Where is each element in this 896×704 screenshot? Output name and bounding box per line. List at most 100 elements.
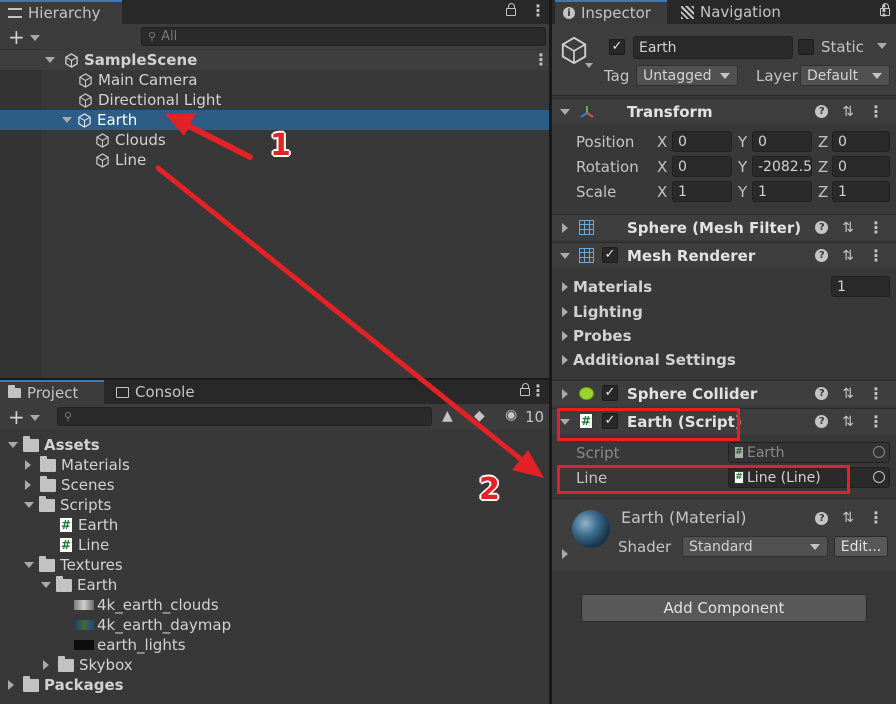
presets-icon[interactable]: ⇅ xyxy=(842,104,854,120)
position-y-field[interactable]: 0 xyxy=(752,131,812,152)
presets-icon[interactable]: ⇅ xyxy=(842,386,854,402)
scale-x-field[interactable]: 1 xyxy=(672,181,732,202)
presets-icon[interactable]: ⇅ xyxy=(842,414,854,430)
object-picker-icon[interactable] xyxy=(873,471,885,483)
help-icon[interactable]: ? xyxy=(815,511,829,525)
add-component-button[interactable]: Add Component xyxy=(581,594,867,622)
project-tree-packages[interactable]: Packages xyxy=(8,675,124,695)
expand-icon[interactable] xyxy=(25,460,31,470)
presets-icon[interactable]: ⇅ xyxy=(842,220,854,236)
mesh-renderer-header[interactable]: ✓ Mesh Renderer ? ⇅ ⋮ xyxy=(552,242,896,268)
expand-icon[interactable] xyxy=(45,57,55,63)
additional-settings-foldout[interactable]: Additional Settings xyxy=(562,350,736,370)
component-menu-icon[interactable]: ⋮ xyxy=(868,219,884,236)
scale-z-field[interactable]: 1 xyxy=(832,181,890,202)
tab-console[interactable]: Console xyxy=(108,380,203,404)
help-icon[interactable]: ? xyxy=(815,415,829,428)
foldout-icon[interactable] xyxy=(562,355,568,365)
more-options-icon[interactable]: ⋮ xyxy=(530,3,546,19)
expand-icon[interactable] xyxy=(24,562,34,568)
filter-by-type-icon[interactable]: ▲ xyxy=(442,408,453,424)
hierarchy-search-input[interactable]: ⚲ All xyxy=(141,27,546,46)
filter-by-label-icon[interactable]: ◆ xyxy=(474,408,485,424)
position-x-field[interactable]: 0 xyxy=(672,131,732,152)
active-checkbox[interactable]: ✓ xyxy=(609,39,625,55)
project-tree-texture-daymap[interactable]: 4k_earth_daymap xyxy=(74,615,231,635)
static-dropdown-icon[interactable] xyxy=(877,43,887,49)
project-tree-scripts[interactable]: Scripts xyxy=(24,495,111,515)
materials-count-field[interactable]: 1 xyxy=(831,276,890,297)
tab-inspector[interactable]: i Inspector xyxy=(555,0,667,24)
rotation-x-field[interactable]: 0 xyxy=(672,156,732,177)
scale-y-field[interactable]: 1 xyxy=(752,181,812,202)
project-search-input[interactable]: ⚲ xyxy=(57,407,432,426)
hierarchy-item-line[interactable]: Line xyxy=(95,150,146,170)
project-tree-assets[interactable]: Assets xyxy=(8,435,100,455)
expand-icon[interactable] xyxy=(8,442,18,448)
expand-icon[interactable] xyxy=(41,582,51,588)
component-menu-icon[interactable]: ⋮ xyxy=(868,385,884,402)
tab-hierarchy[interactable]: Hierarchy xyxy=(0,0,122,24)
project-tree-script-line[interactable]: # Line xyxy=(59,535,109,555)
help-icon[interactable]: ? xyxy=(815,249,829,262)
presets-icon[interactable]: ⇅ xyxy=(842,248,854,264)
chevron-down-icon[interactable] xyxy=(30,35,40,41)
expand-icon[interactable] xyxy=(24,502,34,508)
mesh-renderer-enabled-checkbox[interactable]: ✓ xyxy=(602,247,618,263)
materials-foldout[interactable]: Materials xyxy=(562,277,652,297)
expand-icon[interactable] xyxy=(8,680,14,690)
rotation-z-field[interactable]: 0 xyxy=(832,156,890,177)
expand-icon[interactable] xyxy=(25,480,31,490)
hierarchy-item-directional-light[interactable]: Directional Light xyxy=(78,90,221,110)
project-tree-textures-earth[interactable]: Earth xyxy=(41,575,117,595)
scene-more-icon[interactable]: ⋮ xyxy=(533,52,549,68)
component-menu-icon[interactable]: ⋮ xyxy=(868,413,884,430)
lock-icon[interactable] xyxy=(506,3,516,16)
add-create-icon[interactable]: + xyxy=(8,405,25,429)
foldout-icon[interactable] xyxy=(562,549,568,559)
transform-header[interactable]: Transform ? ⇅ ⋮ xyxy=(552,98,896,124)
rotation-y-field[interactable]: -2082.5 xyxy=(752,156,812,177)
layer-dropdown[interactable]: Default xyxy=(800,65,890,86)
hidden-eye-icon[interactable]: ◉ xyxy=(505,407,517,423)
project-tree-skybox[interactable]: Skybox xyxy=(43,655,133,675)
hierarchy-item-earth[interactable]: Earth xyxy=(0,110,549,130)
foldout-icon[interactable] xyxy=(560,253,570,259)
static-checkbox[interactable] xyxy=(798,39,814,55)
mesh-filter-header[interactable]: Sphere (Mesh Filter) ? ⇅ ⋮ xyxy=(552,214,896,240)
probes-foldout[interactable]: Probes xyxy=(562,326,632,346)
object-name-field[interactable]: Earth xyxy=(633,36,793,59)
lighting-foldout[interactable]: Lighting xyxy=(562,302,643,322)
hierarchy-item-clouds[interactable]: Clouds xyxy=(95,130,166,150)
foldout-icon[interactable] xyxy=(562,389,568,399)
more-options-icon[interactable]: ⋮ xyxy=(876,3,892,19)
component-menu-icon[interactable]: ⋮ xyxy=(868,247,884,264)
project-tree-materials[interactable]: Materials xyxy=(25,455,130,475)
help-icon[interactable]: ? xyxy=(815,387,829,400)
expand-icon[interactable] xyxy=(43,660,49,670)
expand-icon[interactable] xyxy=(62,117,72,123)
foldout-icon[interactable] xyxy=(560,109,570,115)
more-options-icon[interactable]: ⋮ xyxy=(530,383,546,399)
project-tree-scenes[interactable]: Scenes xyxy=(25,475,115,495)
tab-project[interactable]: Project xyxy=(0,380,104,404)
tab-navigation[interactable]: Navigation xyxy=(673,0,789,24)
sphere-collider-enabled-checkbox[interactable]: ✓ xyxy=(602,385,618,401)
add-create-icon[interactable]: + xyxy=(8,25,25,49)
project-tree-texture-lights[interactable]: earth_lights xyxy=(74,635,186,655)
position-z-field[interactable]: 0 xyxy=(832,131,890,152)
foldout-icon[interactable] xyxy=(562,307,568,317)
component-menu-icon[interactable]: ⋮ xyxy=(868,103,884,120)
tag-dropdown[interactable]: Untagged xyxy=(636,65,738,86)
project-tree-textures[interactable]: Textures xyxy=(24,555,123,575)
material-menu-icon[interactable]: ⋮ xyxy=(868,510,884,526)
help-icon[interactable]: ? xyxy=(815,105,829,118)
hierarchy-item-main-camera[interactable]: Main Camera xyxy=(78,70,197,90)
lock-icon[interactable] xyxy=(520,383,531,396)
presets-icon[interactable]: ⇅ xyxy=(842,510,854,526)
foldout-icon[interactable] xyxy=(562,331,568,341)
project-tree-texture-clouds[interactable]: 4k_earth_clouds xyxy=(74,595,219,615)
shader-edit-button[interactable]: Edit... xyxy=(834,536,888,557)
sphere-collider-header[interactable]: ✓ Sphere Collider ? ⇅ ⋮ xyxy=(552,380,896,406)
foldout-icon[interactable] xyxy=(562,223,568,233)
